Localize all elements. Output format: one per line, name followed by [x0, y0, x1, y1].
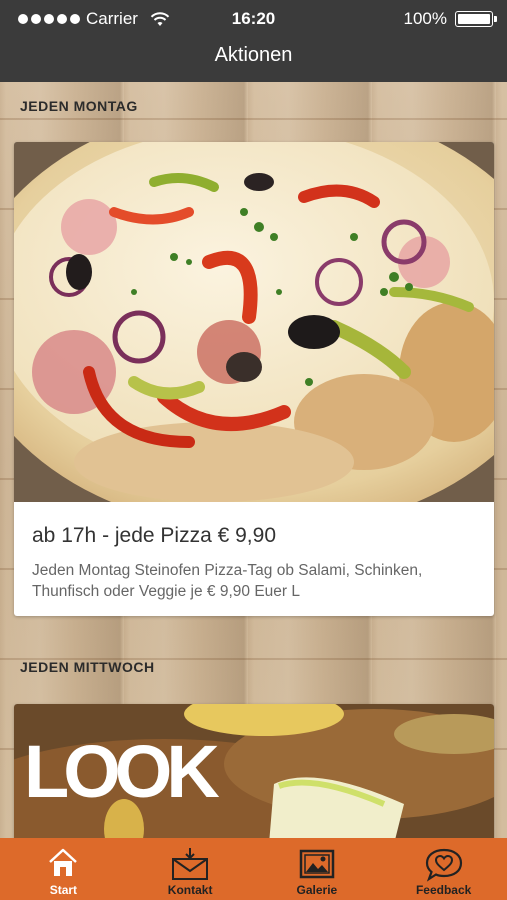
- section-heading-monday: JEDEN MONTAG: [20, 98, 138, 114]
- offer-card-wednesday[interactable]: LOOK: [14, 704, 494, 838]
- offer-card-monday[interactable]: ab 17h - jede Pizza € 9,90 Jeden Montag …: [14, 142, 494, 616]
- battery-icon: [455, 11, 497, 27]
- tab-galerie[interactable]: Galerie: [254, 838, 381, 900]
- home-icon: [49, 848, 78, 876]
- gallery-icon: [299, 849, 335, 879]
- tab-start-label: Start: [49, 883, 78, 897]
- navigation-bar: Aktionen: [0, 38, 507, 82]
- tab-galerie-label: Galerie: [296, 883, 338, 897]
- tab-feedback-label: Feedback: [415, 883, 472, 897]
- look-logo-text: LOOK: [24, 730, 219, 813]
- tab-kontakt-label: Kontakt: [167, 883, 213, 897]
- battery-info: 100%: [403, 9, 497, 29]
- battery-percent: 100%: [403, 9, 447, 28]
- envelope-icon: [172, 848, 209, 880]
- section-heading-wednesday: JEDEN MITTWOCH: [20, 659, 155, 675]
- heart-chat-icon: [425, 848, 462, 882]
- tab-start[interactable]: Start: [0, 838, 127, 900]
- offer-description: Jeden Montag Steinofen Pizza-Tag ob Sala…: [32, 562, 423, 600]
- tab-feedback[interactable]: Feedback: [380, 838, 507, 900]
- status-bar: Carrier 16:20 100%: [0, 0, 507, 38]
- page-title: Aktionen: [214, 44, 293, 66]
- offer-title: ab 17h - jede Pizza € 9,90: [32, 524, 277, 547]
- tab-bar: Start Kontakt Galerie Feedback: [0, 838, 507, 900]
- tab-kontakt[interactable]: Kontakt: [127, 838, 254, 900]
- content-scroll-area[interactable]: JEDEN MONTAG ab 17h - jede Pizza € 9,90 …: [0, 82, 507, 838]
- pizza-image: [14, 142, 494, 502]
- schnitzel-image: LOOK: [14, 704, 494, 838]
